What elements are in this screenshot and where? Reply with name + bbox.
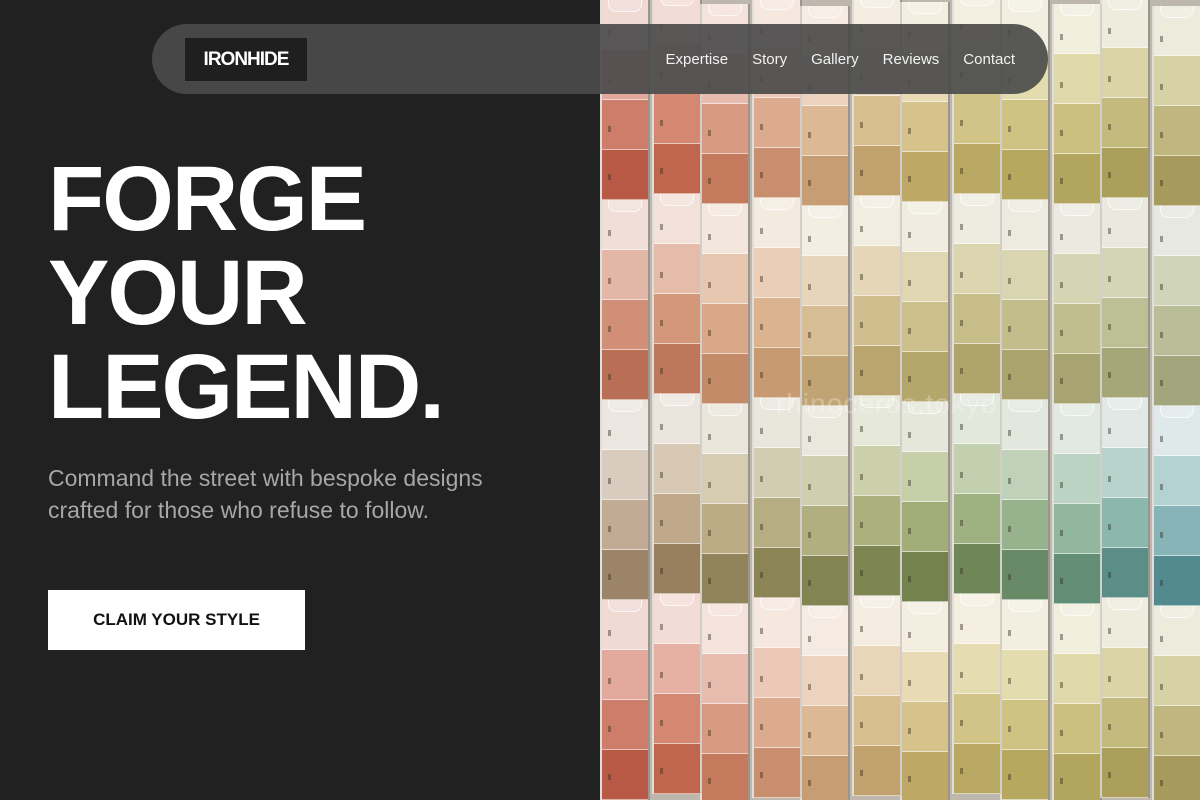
swatch-card	[900, 602, 950, 800]
swatch-card	[700, 204, 750, 404]
image-watermark: rhinoceros.tokyo	[776, 388, 998, 419]
headline-line-1: FORGE	[48, 148, 367, 250]
swatch-card	[1052, 404, 1102, 604]
swatch-card	[1100, 598, 1150, 798]
swatch-column	[1100, 0, 1150, 798]
page: rhinoceros.tokyo IRONHIDE Expertise Stor…	[0, 0, 1200, 800]
swatch-card	[1152, 6, 1200, 206]
hero-image: rhinoceros.tokyo	[600, 0, 1200, 800]
swatch-card	[1052, 604, 1102, 800]
swatch-card	[700, 404, 750, 604]
swatch-card	[1152, 606, 1200, 800]
swatch-column	[652, 0, 702, 794]
swatch-card	[600, 200, 650, 400]
swatch-card	[1100, 398, 1150, 598]
swatch-card	[952, 594, 1002, 794]
nav-link-contact[interactable]: Contact	[963, 51, 1015, 68]
swatch-column	[1152, 6, 1200, 800]
nav-link-gallery[interactable]: Gallery	[811, 51, 859, 68]
swatch-card	[1152, 206, 1200, 406]
swatch-card	[952, 194, 1002, 394]
swatch-card	[1052, 204, 1102, 404]
swatch-card	[852, 196, 902, 396]
swatch-card	[900, 202, 950, 402]
swatch-card	[1100, 0, 1150, 198]
claim-style-button[interactable]: CLAIM YOUR STYLE	[48, 590, 305, 650]
swatch-card	[700, 604, 750, 800]
swatch-card	[800, 406, 850, 606]
swatch-card	[900, 402, 950, 602]
nav-link-reviews[interactable]: Reviews	[883, 51, 940, 68]
swatch-card	[1152, 406, 1200, 606]
swatch-card	[600, 600, 650, 800]
swatch-card	[600, 400, 650, 600]
navbar: IRONHIDE Expertise Story Gallery Reviews…	[152, 24, 1048, 94]
swatch-card	[1000, 200, 1050, 400]
nav-link-expertise[interactable]: Expertise	[666, 51, 729, 68]
headline-line-3: LEGEND.	[48, 336, 445, 438]
nav-link-story[interactable]: Story	[752, 51, 787, 68]
swatch-card	[1000, 400, 1050, 600]
swatch-card	[752, 598, 802, 798]
swatch-column	[1052, 4, 1102, 800]
hero-subtext: Command the street with bespoke designs …	[48, 465, 483, 523]
hero-headline: FORGE YOUR LEGEND.	[48, 152, 568, 434]
swatch-card	[1100, 198, 1150, 398]
swatch-column	[700, 4, 750, 800]
swatch-column	[600, 0, 650, 800]
swatch-card	[852, 596, 902, 796]
swatch-card	[1000, 600, 1050, 800]
swatch-card	[852, 396, 902, 596]
swatch-card	[752, 398, 802, 598]
swatch-card	[752, 198, 802, 398]
swatch-card	[652, 194, 702, 394]
swatch-card	[800, 606, 850, 800]
swatch-card	[1052, 4, 1102, 204]
swatch-card	[652, 394, 702, 594]
swatch-column	[1000, 0, 1050, 800]
headline-line-2: YOUR	[48, 242, 308, 344]
logo[interactable]: IRONHIDE	[185, 38, 307, 81]
swatch-card	[652, 594, 702, 794]
nav-links: Expertise Story Gallery Reviews Contact	[666, 24, 1015, 94]
swatch-card	[800, 206, 850, 406]
swatch-card	[952, 394, 1002, 594]
